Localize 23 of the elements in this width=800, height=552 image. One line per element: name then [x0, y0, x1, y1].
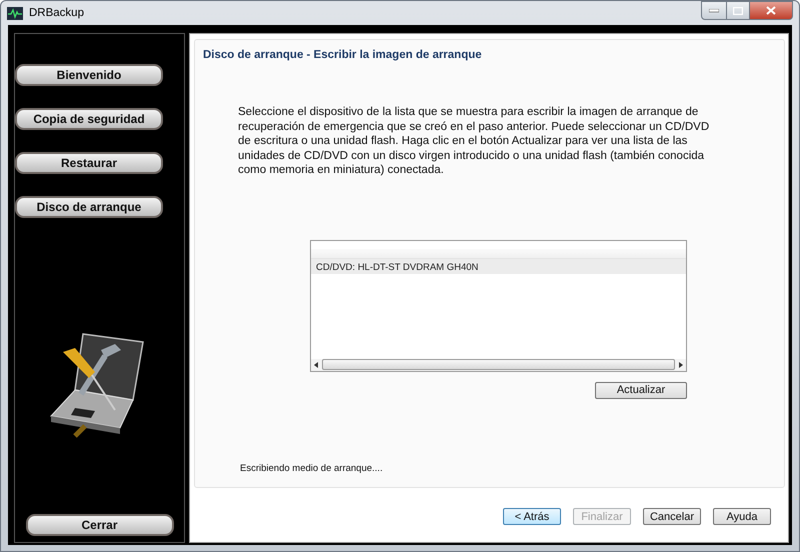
refresh-button[interactable]: Actualizar	[595, 382, 687, 398]
wizard-button[interactable]: < Atrás	[503, 508, 561, 525]
status-text: Escribiendo medio de arranque....	[240, 463, 384, 474]
device-list[interactable]: CD/DVD: HL-DT-ST DVDRAM GH40N	[310, 240, 687, 372]
sidebar-button[interactable]: Restaurar	[15, 152, 163, 174]
description-text: Seleccione el dispositivo de la lista que se muestra para escribir la imagen de arranque de recuperación de emergencia que se creó en el paso anterior. Puede seleccionar un CD/DVD de escritura o una unidad flash. Haga clic en el botón Actualizar para ver una lista de las unidades de CD/DVD con un disco virgen introducido o una unidad flash (también conocida como memoria en miniatura) conectada.	[238, 105, 710, 178]
device-row[interactable]: CD/DVD: HL-DT-ST DVDRAM GH40N	[311, 258, 686, 274]
maximize-button[interactable]	[727, 1, 750, 20]
close-app-button[interactable]: Cerrar	[26, 514, 174, 536]
sidebar-button[interactable]: Bienvenido	[15, 64, 163, 86]
scroll-right-icon[interactable]	[679, 362, 683, 368]
scroll-left-icon[interactable]	[314, 362, 318, 368]
wizard-button[interactable]: Cancelar	[643, 508, 701, 525]
minimize-icon[interactable]	[709, 8, 719, 12]
sidebar-button[interactable]: Copia de seguridad	[15, 108, 163, 130]
page-title: Disco de arranque - Escribir la imagen de arranque	[203, 49, 483, 61]
app-icon	[7, 6, 23, 20]
wizard-button[interactable]: Ayuda	[713, 508, 771, 525]
close-button[interactable]	[750, 1, 793, 20]
close-icon[interactable]	[766, 6, 776, 15]
window-title: DRBackup	[29, 7, 84, 19]
minimize-button[interactable]	[701, 1, 727, 20]
sidebar-button[interactable]: Disco de arranque	[15, 196, 163, 218]
